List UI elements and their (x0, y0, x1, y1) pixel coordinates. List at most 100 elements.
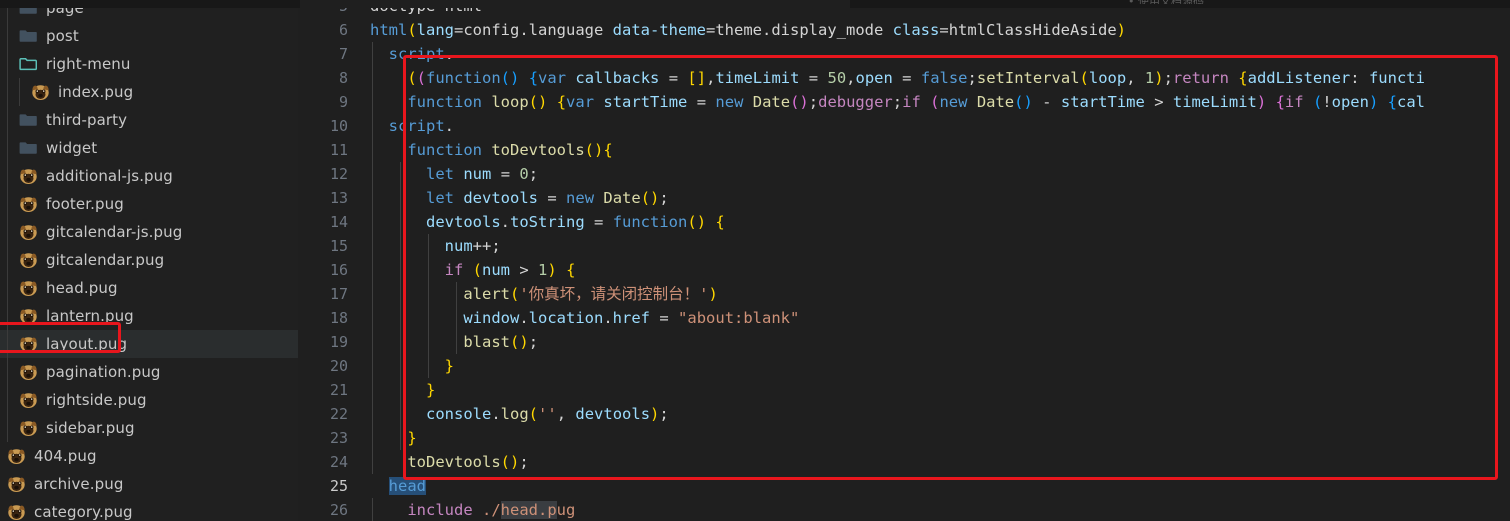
tree-indent (4, 162, 16, 190)
tree-indent-guide (7, 78, 8, 106)
line-number: 13 (329, 189, 348, 207)
line-number: 22 (329, 405, 348, 423)
tree-indent (4, 218, 16, 246)
tree-indent (4, 386, 16, 414)
tree-item-label: third-party (46, 111, 128, 129)
line-number: 12 (329, 165, 348, 183)
code-line[interactable]: 18 window.location.href = "about:blank" (298, 306, 1510, 330)
tree-item-gitcalendar-pug[interactable]: gitcalendar.pug (0, 246, 298, 274)
code-line[interactable]: 19 blast(); (298, 330, 1510, 354)
tree-item-label: index.pug (58, 83, 134, 101)
tree-item-additional-js-pug[interactable]: additional-js.pug (0, 162, 298, 190)
indent-guides (370, 378, 1510, 402)
line-number: 6 (338, 21, 348, 39)
tree-item-category-pug[interactable]: category.pug (0, 498, 298, 521)
line-text: function loop() {var startTime = new Dat… (407, 93, 1425, 111)
line-text: script. (388, 117, 455, 135)
code-line[interactable]: 23 } (298, 426, 1510, 450)
tree-item-rightside-pug[interactable]: rightside.pug (0, 386, 298, 414)
code-line[interactable]: 17 alert('你真坏，请关闭控制台！') (298, 282, 1510, 306)
folder-closed-icon (16, 137, 42, 159)
tree-item-label: layout.pug (46, 335, 128, 353)
tree-item-label: widget (46, 139, 98, 157)
code-line[interactable]: 7 script. (298, 42, 1510, 66)
code-line[interactable]: 13 let devtools = new Date(); (298, 186, 1510, 210)
tree-indent-guide (7, 22, 8, 50)
code-line[interactable]: 11 function toDevtools(){ (298, 138, 1510, 162)
code-line[interactable]: 21 } (298, 378, 1510, 402)
line-number: 7 (338, 45, 348, 63)
tree-item-index-pug[interactable]: index.pug (0, 78, 298, 106)
tree-indent (4, 50, 16, 78)
code-line[interactable]: 22 console.log('', devtools); (298, 402, 1510, 426)
line-text: } (426, 381, 436, 399)
code-lines[interactable]: 5doctype html6html(lang=config.language … (298, 0, 1510, 521)
code-line[interactable]: 14 devtools.toString = function() { (298, 210, 1510, 234)
tree-item-label: head.pug (46, 279, 118, 297)
code-line[interactable]: 16 if (num > 1) { (298, 258, 1510, 282)
file-explorer-sidebar[interactable]: page post right-menu index.pug third-party wi… (0, 0, 298, 521)
tree-item-head-pug[interactable]: head.pug (0, 274, 298, 302)
line-number: 14 (329, 213, 348, 231)
tree-item-widget[interactable]: widget (0, 134, 298, 162)
line-number: 15 (329, 237, 348, 255)
line-text: toDevtools(); (407, 453, 529, 471)
code-line[interactable]: 20 } (298, 354, 1510, 378)
tree-indent (4, 22, 16, 50)
code-line[interactable]: 15 num++; (298, 234, 1510, 258)
code-line[interactable]: 12 let num = 0; (298, 162, 1510, 186)
line-text: head (388, 477, 426, 495)
tree-item-404-pug[interactable]: 404.pug (0, 442, 298, 470)
tree-indent (4, 358, 16, 386)
file-tree[interactable]: page post right-menu index.pug third-party wi… (0, 0, 298, 521)
tree-item-label: lantern.pug (46, 307, 134, 325)
line-text: devtools.toString = function() { (426, 213, 725, 231)
tree-item-lantern-pug[interactable]: lantern.pug (0, 302, 298, 330)
tree-item-label: archive.pug (34, 475, 124, 493)
line-text: console.log('', devtools); (426, 405, 669, 423)
line-text: blast(); (463, 333, 539, 351)
code-line[interactable]: 9 function loop() {var startTime = new D… (298, 90, 1510, 114)
tree-indent-guide (7, 134, 8, 162)
line-number: 21 (329, 381, 348, 399)
line-number: 24 (329, 453, 348, 471)
pug-file-icon (16, 389, 42, 411)
tree-item-footer-pug[interactable]: footer.pug (0, 190, 298, 218)
line-number: 17 (329, 285, 348, 303)
tree-item-gitcalendar-js-pug[interactable]: gitcalendar-js.pug (0, 218, 298, 246)
indent-guides (370, 234, 1510, 258)
tab-bar-strip: • 使用文档源码 (0, 0, 1510, 8)
tree-indent-guide (7, 330, 8, 358)
line-text: include ./head.pug (407, 501, 576, 519)
tree-item-layout-pug[interactable]: layout.pug (0, 330, 298, 358)
tree-indent (4, 190, 16, 218)
line-number: 8 (338, 69, 348, 87)
pug-file-icon (16, 305, 42, 327)
tree-indent (4, 274, 16, 302)
code-line[interactable]: 24 toDevtools(); (298, 450, 1510, 474)
tree-item-right-menu[interactable]: right-menu (0, 50, 298, 78)
code-line[interactable]: 6 html(lang=config.language data-theme=th… (298, 18, 1510, 42)
tree-indent-guide (7, 246, 8, 274)
pug-file-icon (4, 473, 30, 495)
tree-item-sidebar-pug[interactable]: sidebar.pug (0, 414, 298, 442)
code-line[interactable]: 25 head (298, 474, 1510, 498)
indent-guides (370, 450, 1510, 474)
line-number: 20 (329, 357, 348, 375)
tree-item-post[interactable]: post (0, 22, 298, 50)
code-line[interactable]: 26 include ./head.pug (298, 498, 1510, 521)
code-line[interactable]: 10 script. (298, 114, 1510, 138)
tree-indent-guide (7, 106, 8, 134)
tree-indent-guide (7, 50, 8, 78)
pug-file-icon (16, 221, 42, 243)
tree-item-third-party[interactable]: third-party (0, 106, 298, 134)
tree-item-archive-pug[interactable]: archive.pug (0, 470, 298, 498)
line-text: window.location.href = "about:blank" (463, 309, 800, 327)
tree-item-pagination-pug[interactable]: pagination.pug (0, 358, 298, 386)
code-editor[interactable]: 5doctype html6html(lang=config.language … (298, 0, 1510, 521)
tree-item-label: 404.pug (34, 447, 97, 465)
code-line[interactable]: 8 ((function() {var callbacks = [],timeL… (298, 66, 1510, 90)
line-text: } (407, 429, 417, 447)
line-text: ((function() {var callbacks = [],timeLim… (407, 69, 1425, 87)
pug-file-icon (16, 249, 42, 271)
